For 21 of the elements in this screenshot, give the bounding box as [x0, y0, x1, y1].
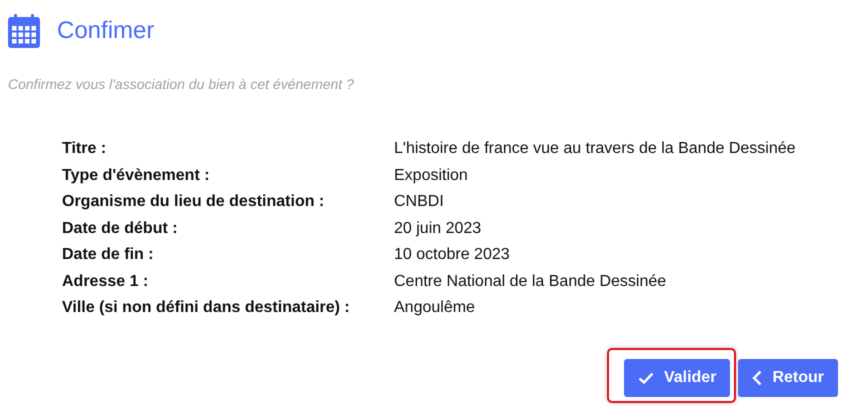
chevron-left-icon: [752, 370, 762, 386]
field-label: Ville (si non défini dans destinataire) :: [62, 299, 351, 317]
field-label: Titre :: [62, 140, 108, 158]
validate-button[interactable]: Valider: [624, 359, 730, 397]
field-label: Date de fin :: [62, 246, 155, 264]
check-icon: [638, 372, 654, 384]
field-label: Type d'évènement :: [62, 166, 211, 184]
field-value: Exposition: [394, 166, 469, 184]
dialog-title: Confimer: [57, 17, 154, 45]
field-value: L'histoire de france vue au travers de la Bande Dessinée: [394, 140, 797, 158]
back-button[interactable]: Retour: [738, 359, 838, 397]
field-label: Organisme du lieu de destination :: [62, 193, 326, 211]
field-value: CNBDI: [394, 193, 445, 211]
field-value: 20 juin 2023: [394, 220, 482, 238]
field-value: Centre National de la Bande Dessinée: [394, 272, 668, 290]
field-label: Date de début :: [62, 220, 179, 238]
calendar-icon: [8, 14, 40, 48]
field-label: Adresse 1 :: [62, 272, 150, 290]
field-value: Angoulême: [394, 299, 476, 317]
field-value: 10 octobre 2023: [394, 246, 511, 264]
confirmation-message: Confirmez vous l'association du bien à cet événement ?: [8, 76, 355, 92]
